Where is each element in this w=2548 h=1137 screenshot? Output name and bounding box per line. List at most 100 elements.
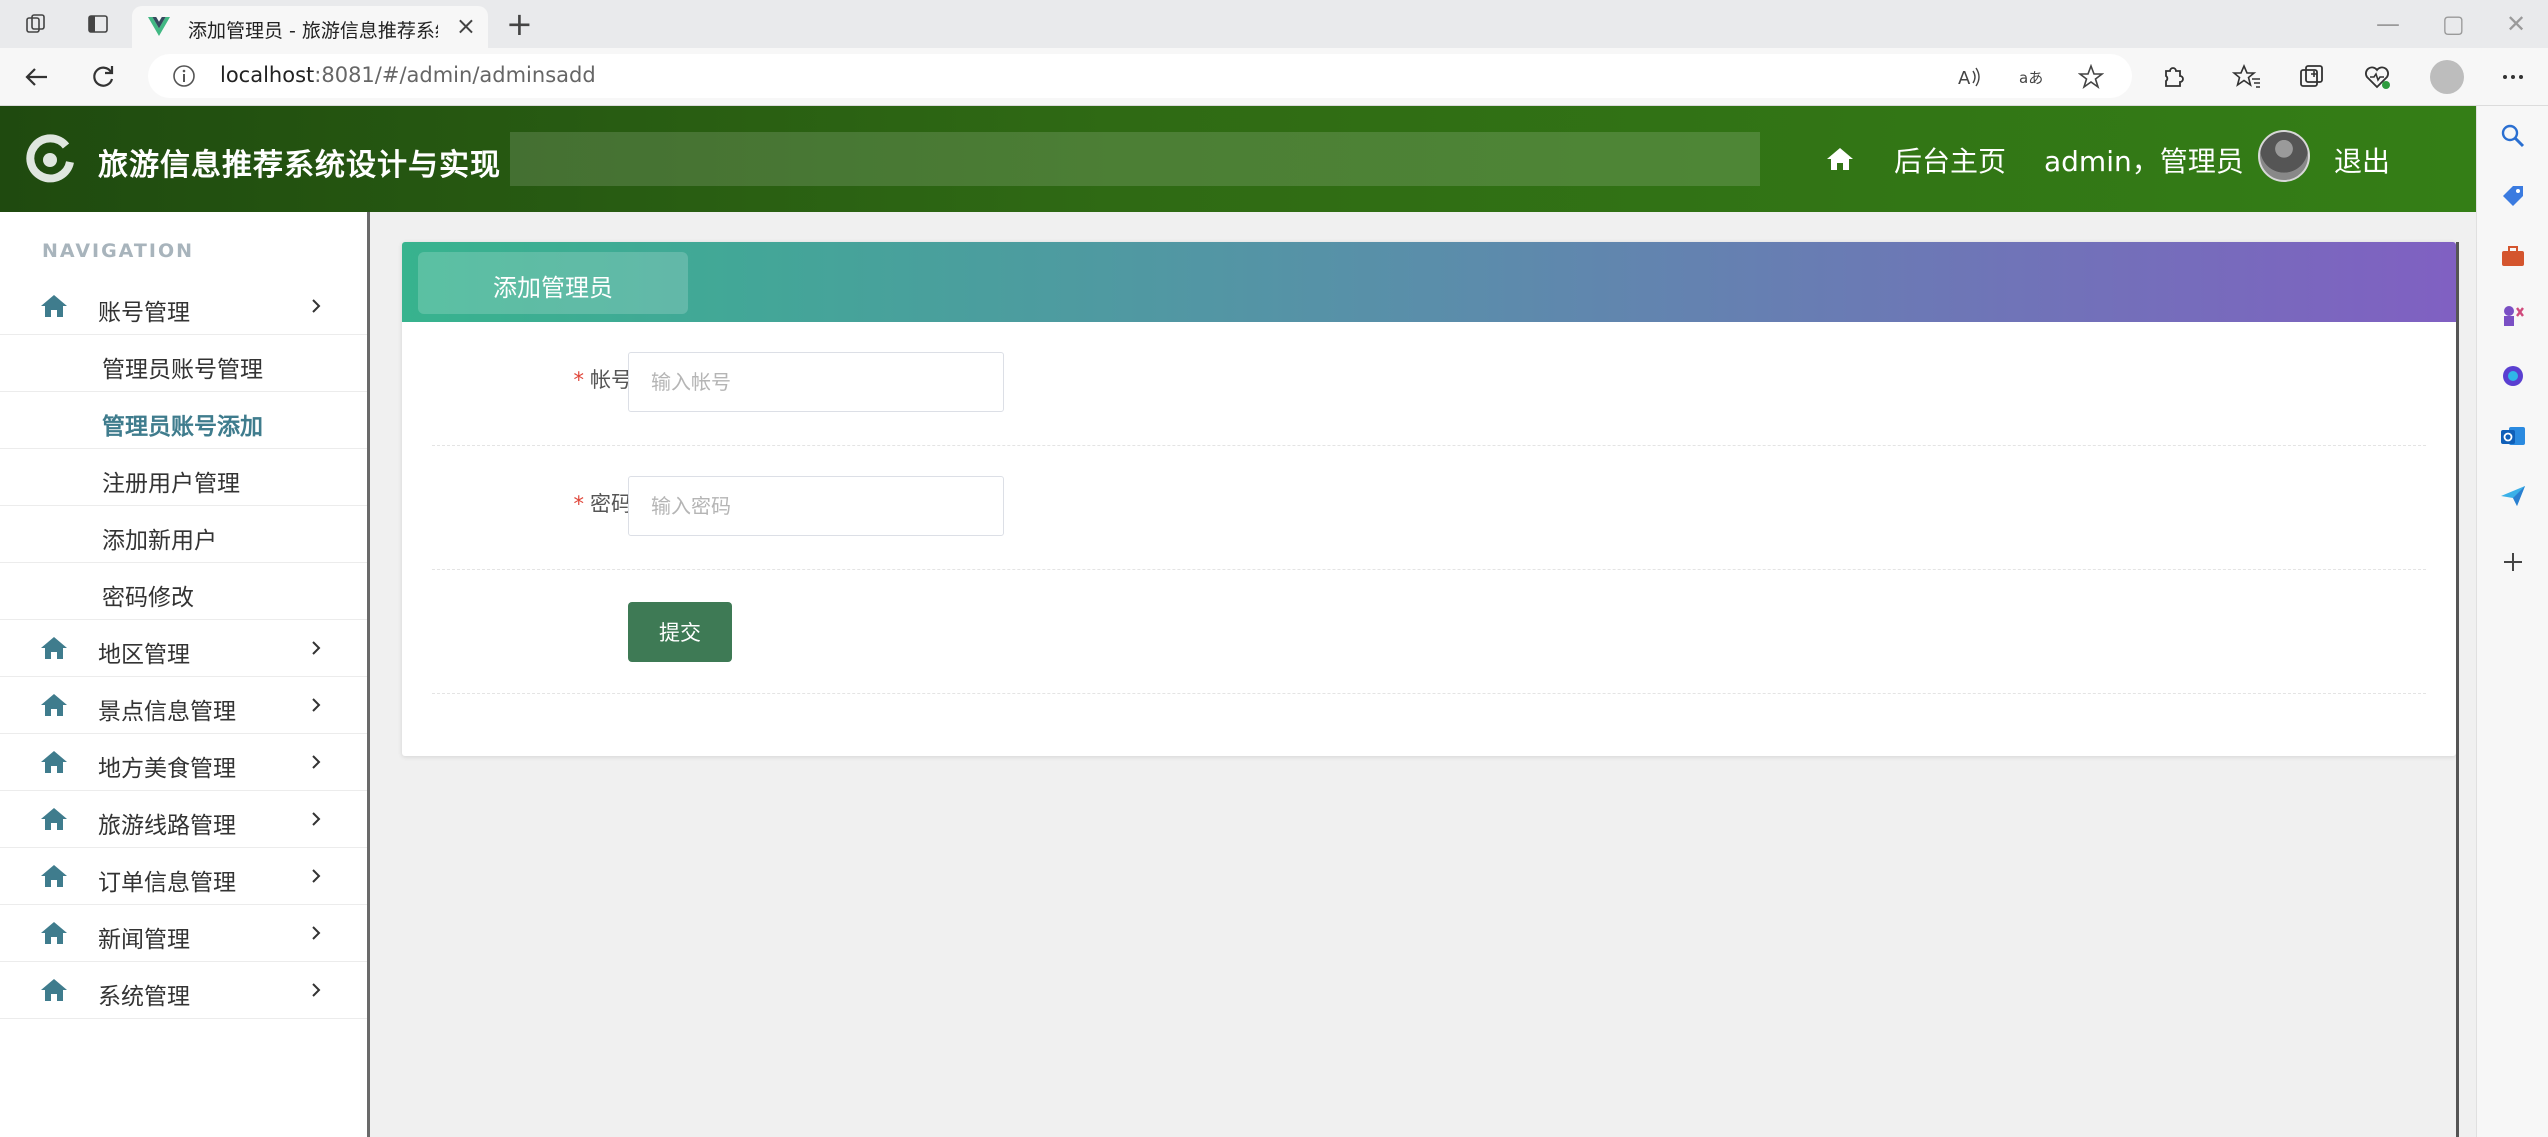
chevron-right-icon xyxy=(312,641,321,655)
chevron-right-icon xyxy=(312,755,321,769)
nav-item-label: 管理员账号添加 xyxy=(102,414,263,440)
nav-item-registered-user-management[interactable]: 注册用户管理 xyxy=(0,449,367,506)
card-tab-label: 添加管理员 xyxy=(493,274,613,302)
url-host: localhost xyxy=(220,63,315,87)
collections-icon[interactable] xyxy=(2296,62,2326,92)
chevron-right-icon xyxy=(312,869,321,883)
back-icon[interactable] xyxy=(22,62,52,92)
password-label: * 密码 xyxy=(552,488,633,518)
browser-tab-active[interactable]: 添加管理员 - 旅游信息推荐系统设计与实现 × xyxy=(132,6,488,48)
password-label-text: 密码 xyxy=(590,492,632,516)
profile-avatar-icon[interactable] xyxy=(2430,60,2464,94)
nav-group-travel-routes[interactable]: 旅游线路管理 xyxy=(0,791,367,848)
side-navigation: NAVIGATION 账号管理 管理员账号管理 管理员账号添加 注册用户管理 添… xyxy=(0,212,370,1137)
nav-group-system[interactable]: 系统管理 xyxy=(0,962,367,1019)
games-icon[interactable] xyxy=(2499,302,2527,330)
nav-item-label: 密码修改 xyxy=(102,585,194,611)
form-row-submit: 提交 xyxy=(432,570,2426,694)
app-title: 旅游信息推荐系统设计与实现 xyxy=(98,148,501,183)
nav-caption: NAVIGATION xyxy=(42,240,194,262)
nav-group-label: 新闻管理 xyxy=(98,927,190,953)
nav-group-news[interactable]: 新闻管理 xyxy=(0,905,367,962)
maximize-icon[interactable]: ▢ xyxy=(2442,10,2465,38)
nav-group-label: 订单信息管理 xyxy=(98,870,236,896)
admin-home-link[interactable]: 后台主页 xyxy=(1894,140,2006,180)
send-icon[interactable] xyxy=(2499,482,2527,510)
favorite-star-icon[interactable] xyxy=(2078,64,2104,90)
svg-text:A: A xyxy=(1958,68,1971,89)
chevron-right-icon xyxy=(312,698,321,712)
form-row-account: * 帐号 xyxy=(432,322,2426,446)
home-icon xyxy=(41,979,67,1001)
nav-group-region[interactable]: 地区管理 xyxy=(0,620,367,677)
nav-item-password-change[interactable]: 密码修改 xyxy=(0,563,367,620)
browser-tab-bar: 添加管理员 - 旅游信息推荐系统设计与实现 × + — ▢ ✕ xyxy=(0,0,2548,48)
url-text: localhost:8081/#/admin/adminsadd xyxy=(220,63,596,87)
extensions-icon[interactable] xyxy=(2158,62,2188,92)
nav-group-label: 旅游线路管理 xyxy=(98,813,236,839)
favorites-icon[interactable] xyxy=(2232,62,2262,92)
url-path: :8081/#/admin/adminsadd xyxy=(314,63,596,87)
nav-group-label: 系统管理 xyxy=(98,984,190,1010)
search-icon[interactable] xyxy=(2499,122,2527,150)
submit-button[interactable]: 提交 xyxy=(628,602,732,662)
nav-group-orders[interactable]: 订单信息管理 xyxy=(0,848,367,905)
nav-group-label: 地区管理 xyxy=(98,642,190,668)
nav-group-account[interactable]: 账号管理 xyxy=(0,278,367,335)
nav-group-label: 景点信息管理 xyxy=(98,699,236,725)
tab-actions-icon[interactable] xyxy=(86,12,110,36)
nav-item-label: 添加新用户 xyxy=(102,528,217,554)
logout-link[interactable]: 退出 xyxy=(2334,140,2390,180)
account-input[interactable] xyxy=(628,352,1004,412)
close-window-icon[interactable]: ✕ xyxy=(2506,10,2526,38)
home-icon xyxy=(41,295,67,317)
microsoft-365-icon[interactable] xyxy=(2499,362,2527,390)
required-mark: * xyxy=(573,368,585,392)
url-field[interactable]: localhost:8081/#/admin/adminsadd A aあ xyxy=(148,54,2132,98)
add-sidebar-app-icon[interactable] xyxy=(2499,548,2527,576)
nav-group-local-food[interactable]: 地方美食管理 xyxy=(0,734,367,791)
home-icon xyxy=(41,922,67,944)
nav-item-admin-account-management[interactable]: 管理员账号管理 xyxy=(0,335,367,392)
form-row-password: * 密码 xyxy=(432,446,2426,570)
header-banner-bar xyxy=(510,132,1760,186)
nav-item-label: 管理员账号管理 xyxy=(102,357,263,383)
translate-icon[interactable]: aあ xyxy=(2018,64,2044,90)
password-input[interactable] xyxy=(628,476,1004,536)
browser-address-bar: localhost:8081/#/admin/adminsadd A aあ xyxy=(0,48,2548,106)
required-mark: * xyxy=(573,492,585,516)
browser-essentials-icon[interactable] xyxy=(2362,62,2392,92)
new-tab-icon[interactable]: + xyxy=(506,6,533,42)
svg-text:aあ: aあ xyxy=(2019,69,2043,87)
minimize-icon[interactable]: — xyxy=(2376,10,2400,38)
chevron-right-icon xyxy=(312,926,321,940)
nav-group-scenic-spots[interactable]: 景点信息管理 xyxy=(0,677,367,734)
nav-group-label: 账号管理 xyxy=(98,300,190,326)
refresh-icon[interactable] xyxy=(88,62,118,92)
more-menu-icon[interactable] xyxy=(2498,62,2528,92)
tab-title: 添加管理员 - 旅游信息推荐系统设计与实现 xyxy=(188,20,438,42)
shopping-tag-icon[interactable] xyxy=(2499,182,2527,210)
app-logo-icon xyxy=(26,134,74,183)
home-icon xyxy=(41,808,67,830)
home-icon xyxy=(41,751,67,773)
nav-item-add-new-user[interactable]: 添加新用户 xyxy=(0,506,367,563)
user-label: admin，管理员 xyxy=(2044,145,2244,178)
home-icon xyxy=(41,694,67,716)
user-avatar[interactable] xyxy=(2258,130,2310,182)
home-icon xyxy=(41,637,67,659)
tools-briefcase-icon[interactable] xyxy=(2499,242,2527,270)
workspaces-icon[interactable] xyxy=(24,12,48,36)
chevron-right-icon xyxy=(312,299,321,313)
outlook-icon[interactable] xyxy=(2499,422,2527,450)
card-tab-add-admin[interactable]: 添加管理员 xyxy=(418,252,688,314)
nav-item-label: 注册用户管理 xyxy=(102,471,240,497)
nav-item-admin-account-add[interactable]: 管理员账号添加 xyxy=(0,392,367,449)
tab-close-icon[interactable]: × xyxy=(456,14,476,38)
vue-logo-icon xyxy=(148,17,170,36)
read-aloud-icon[interactable]: A xyxy=(1956,64,1982,90)
chevron-right-icon xyxy=(312,983,321,997)
account-label-text: 帐号 xyxy=(590,368,632,392)
site-info-icon[interactable] xyxy=(172,64,196,88)
home-icon[interactable] xyxy=(1826,146,1854,172)
